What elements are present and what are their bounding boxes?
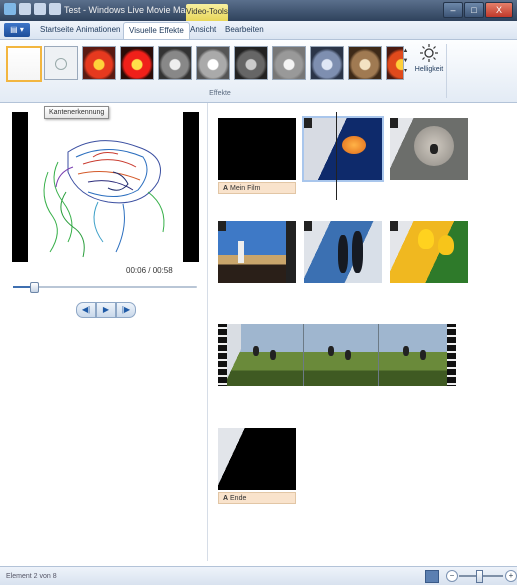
zoom-out-button[interactable]: − [446, 570, 458, 582]
zoom-thumb[interactable] [475, 570, 483, 583]
preview-pane: 00:06 / 00:58 ◀| ▶ |▶ [0, 103, 208, 561]
film-marker-icon [390, 221, 398, 231]
effects-gallery [6, 44, 404, 86]
jellyfish-clip[interactable] [302, 116, 384, 182]
caption-icon: A [223, 495, 229, 502]
seagulls-clip[interactable] [218, 324, 456, 386]
film-sprocket-left [218, 324, 227, 386]
contextual-tab-group-label: Video-Tools [186, 4, 228, 21]
tab-animationen[interactable]: Animationen [76, 25, 120, 34]
status-element-count: Element 2 von 8 [6, 573, 57, 580]
next-frame-button[interactable]: |▶ [116, 302, 136, 318]
effect-warm[interactable] [82, 46, 116, 80]
thumbnail-size-icon[interactable] [425, 570, 439, 583]
letterbox-right [183, 112, 199, 262]
brightness-button[interactable]: Helligkeit [412, 43, 446, 83]
tab-startseite[interactable]: Startseite [40, 25, 74, 34]
effect-grayscale-soft[interactable] [272, 46, 306, 80]
lighthouse-clip[interactable] [218, 221, 296, 283]
status-bar: Element 2 von 8 − + [0, 566, 517, 585]
ribbon-panel: ▲ ▼ ▾ Helligkeit Effekte [0, 40, 517, 103]
application-menu-button[interactable]: ▤ ▾ [4, 23, 30, 37]
tab-ansicht[interactable]: Ansicht [190, 25, 216, 34]
storyboard: A Mein Film A Ende [208, 103, 517, 561]
time-display: 00:06 / 00:58 [126, 266, 173, 275]
window-title: Test - Windows Live Movie Maker [64, 5, 199, 15]
effect-saturated[interactable] [120, 46, 154, 80]
play-button[interactable]: ▶ [96, 302, 116, 318]
previous-frame-button[interactable]: ◀| [76, 302, 96, 318]
effect-grayscale-light[interactable] [196, 46, 230, 80]
effect-sepia[interactable] [348, 46, 382, 80]
end-clip-caption-text: Ende [230, 495, 247, 502]
edge-detect-jellyfish-image [43, 140, 165, 258]
save-icon[interactable] [19, 3, 31, 15]
undo-icon[interactable] [34, 3, 46, 15]
effect-tooltip: Kantenerkennung [44, 106, 110, 119]
tab-visuelle-effekte[interactable]: Visuelle Effekte [123, 22, 190, 39]
title-clip-caption[interactable]: A Mein Film [218, 182, 296, 194]
preview-monitor [12, 112, 199, 262]
end-clip-caption[interactable]: A Ende [218, 492, 296, 504]
close-button[interactable]: X [485, 2, 513, 18]
gallery-scroll-buttons[interactable]: ▲ ▼ ▾ [402, 46, 409, 78]
title-clip-caption-text: Mein Film [230, 185, 261, 192]
film-sprocket-right [447, 324, 456, 386]
film-marker-icon [304, 118, 312, 128]
film-marker-icon [218, 221, 226, 231]
effects-group-label: Effekte [209, 90, 231, 97]
seek-thumb[interactable] [30, 282, 40, 293]
quick-access-toolbar [4, 3, 61, 15]
title-clip[interactable] [218, 118, 296, 180]
letterbox-left [12, 112, 28, 262]
effect-none[interactable] [6, 46, 42, 82]
brightness-icon [420, 44, 438, 62]
effect-cool[interactable] [310, 46, 344, 80]
ribbon-group-separator [446, 44, 447, 98]
caption-icon: A [223, 185, 229, 192]
app-icon [4, 3, 16, 15]
film-marker-icon [390, 118, 398, 128]
end-clip[interactable] [218, 428, 296, 490]
film-marker-icon [304, 221, 312, 231]
ribbon-tabs: ▤ ▾ Startseite Animationen Visuelle Effe… [0, 21, 517, 40]
penguins-clip[interactable] [304, 221, 382, 283]
playback-controls: ◀| ▶ |▶ [76, 302, 136, 318]
brightness-label: Helligkeit [414, 66, 444, 73]
playhead[interactable] [336, 112, 337, 200]
tulips-clip[interactable] [390, 221, 468, 283]
koala-clip[interactable] [390, 118, 468, 180]
zoom-in-button[interactable]: + [505, 570, 517, 582]
maximize-button[interactable]: □ [464, 2, 484, 18]
tab-bearbeiten[interactable]: Bearbeiten [225, 25, 264, 34]
seek-bar[interactable] [13, 282, 197, 293]
effect-grayscale[interactable] [158, 46, 192, 80]
title-bar: Test - Windows Live Movie Maker Video-To… [0, 0, 517, 21]
effect-grayscale-dark[interactable] [234, 46, 268, 80]
redo-icon[interactable] [49, 3, 61, 15]
minimize-button[interactable]: – [443, 2, 463, 18]
effect-blur[interactable] [44, 46, 78, 80]
